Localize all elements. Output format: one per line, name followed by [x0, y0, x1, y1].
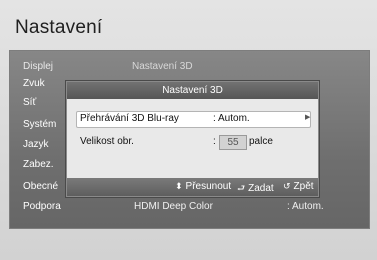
menu-item-sit[interactable]: Síť — [23, 97, 36, 108]
menu-item-displej[interactable]: Displej — [23, 61, 53, 72]
help-bar: ⬍ Přesunout ⮐ Zadat ↺ Zpět — [67, 178, 318, 196]
right-arrow-icon: ▶ — [305, 114, 311, 121]
menu-item-jazyk[interactable]: Jazyk — [23, 139, 49, 150]
help-move-label: Přesunout — [185, 181, 232, 192]
help-back: ↺ Zpět — [283, 181, 314, 192]
page-title: Nastavení — [15, 17, 103, 38]
help-move: ⬍ Přesunout — [175, 181, 231, 192]
help-back-label: Zpět — [293, 181, 314, 192]
hdmi-deep-color-value: : Autom. — [287, 201, 324, 212]
menu-item-system[interactable]: Systém — [23, 119, 56, 130]
help-enter: ⮐ Zadat — [237, 181, 274, 197]
settings-screen: Nastavení Displej Zvuk Síť Systém Jazyk … — [0, 0, 377, 260]
row-3d-bluray-label: Přehrávání 3D Blu-ray — [80, 113, 179, 124]
enter-icon: ⮐ — [237, 183, 246, 193]
help-enter-label: Zadat — [248, 183, 274, 194]
row-3d-bluray-value: : Autom. — [213, 113, 250, 124]
up-down-arrows-icon: ⬍ — [175, 181, 183, 191]
hdmi-deep-color-label[interactable]: HDMI Deep Color — [134, 201, 213, 212]
screen-size-input[interactable]: 55 — [219, 135, 247, 150]
menu-item-podpora[interactable]: Podpora — [23, 201, 61, 212]
menu-item-zabez[interactable]: Zabez. — [23, 159, 54, 170]
content-header-label[interactable]: Nastavení 3D — [132, 61, 193, 72]
menu-item-obecne[interactable]: Obecné — [23, 181, 58, 192]
screen-size-unit: palce — [249, 136, 273, 147]
return-icon: ↺ — [283, 181, 291, 191]
row-screen-size-label: Velikost obr. — [80, 136, 134, 147]
row-screen-size-colon: : — [213, 136, 216, 147]
dialog-title: Nastavení 3D — [67, 82, 318, 99]
3d-settings-dialog: Nastavení 3D Přehrávání 3D Blu-ray : Aut… — [66, 81, 319, 197]
menu-item-zvuk[interactable]: Zvuk — [23, 78, 45, 89]
